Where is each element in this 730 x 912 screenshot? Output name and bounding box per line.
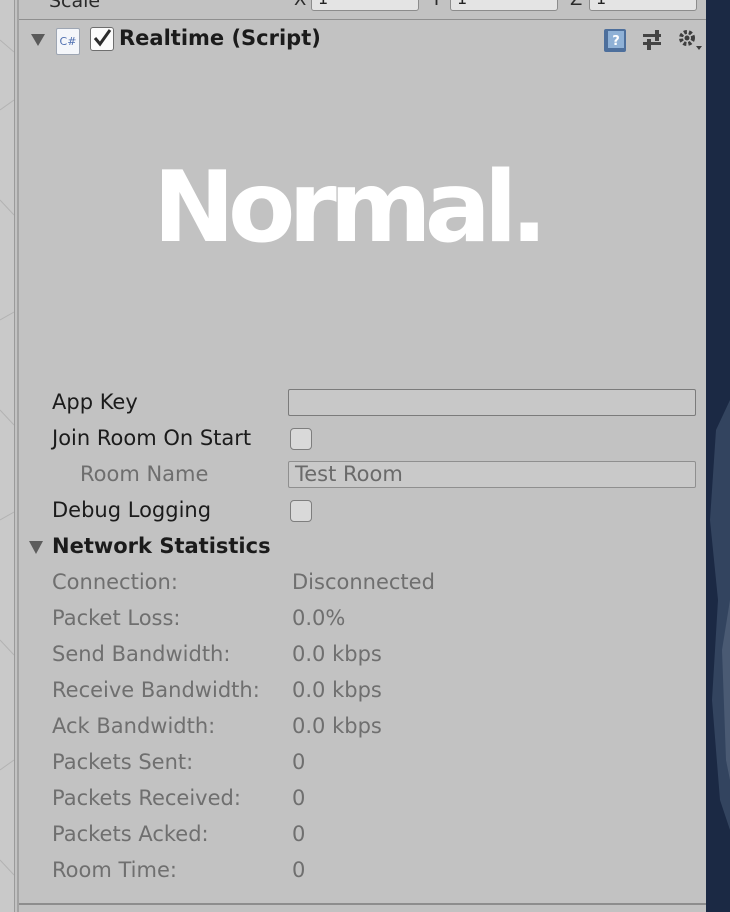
room-name-input[interactable]: Test Room: [288, 461, 696, 488]
stat-label-send-bandwidth: Send Bandwidth:: [52, 642, 231, 666]
scale-y-label: Y: [431, 0, 442, 10]
stat-label-packet-loss: Packet Loss:: [52, 606, 181, 630]
join-room-on-start-label: Join Room On Start: [52, 426, 252, 450]
scale-z-field[interactable]: 1: [589, 0, 697, 11]
scale-x-label: X: [294, 0, 306, 10]
help-book-icon[interactable]: ?: [602, 26, 630, 58]
component-header: C# Realtime (Script) ?: [19, 20, 708, 60]
network-statistics-title[interactable]: Network Statistics: [52, 534, 271, 558]
desktop-background: [706, 0, 730, 912]
settings-gear-icon[interactable]: [676, 26, 704, 58]
debug-logging-checkbox[interactable]: [290, 500, 312, 522]
presets-sliders-icon[interactable]: [640, 26, 666, 58]
stat-label-packets-sent: Packets Sent:: [52, 750, 194, 774]
stat-value-packets-received: 0: [292, 786, 306, 810]
stat-value-receive-bandwidth: 0.0 kbps: [292, 678, 382, 702]
scene-view-edge: [0, 0, 15, 912]
scale-y-field[interactable]: 1: [450, 0, 558, 11]
join-room-on-start-checkbox[interactable]: [290, 428, 312, 450]
svg-text:?: ?: [612, 34, 620, 49]
scale-label: Scale: [49, 0, 101, 12]
component-title: Realtime (Script): [119, 26, 321, 50]
stat-label-packets-acked: Packets Acked:: [52, 822, 209, 846]
stat-value-room-time: 0: [292, 858, 306, 882]
stat-value-packet-loss: 0.0%: [292, 606, 346, 630]
stat-label-connection: Connection:: [52, 570, 178, 594]
component-enabled-checkbox[interactable]: [90, 27, 114, 51]
stat-label-receive-bandwidth: Receive Bandwidth:: [52, 678, 260, 702]
scale-x-field[interactable]: 1: [311, 0, 419, 11]
scale-z-label: Z: [570, 0, 582, 10]
debug-logging-label: Debug Logging: [52, 498, 212, 522]
checkmark-icon: [93, 29, 112, 47]
inspector-panel: Scale X 1 Y 1 Z 1 C# Realtime (Script) ?: [17, 0, 708, 912]
csharp-script-icon: C#: [56, 28, 80, 55]
stat-value-packets-acked: 0: [292, 822, 306, 846]
stat-value-ack-bandwidth: 0.0 kbps: [292, 714, 382, 738]
stat-value-send-bandwidth: 0.0 kbps: [292, 642, 382, 666]
stat-label-room-time: Room Time:: [52, 858, 177, 882]
stat-value-connection: Disconnected: [292, 570, 435, 594]
foldout-arrow-icon[interactable]: [31, 34, 45, 46]
app-key-input[interactable]: [288, 389, 696, 416]
network-statistics-foldout-icon[interactable]: [29, 541, 43, 554]
component-bottom-divider: [19, 903, 708, 905]
stat-label-packets-received: Packets Received:: [52, 786, 241, 810]
stat-value-packets-sent: 0: [292, 750, 306, 774]
normal-logo: Normal.: [153, 151, 548, 265]
app-key-label: App Key: [52, 390, 138, 414]
room-name-label: Room Name: [80, 462, 209, 486]
stat-label-ack-bandwidth: Ack Bandwidth:: [52, 714, 216, 738]
transform-scale-row: Scale X 1 Y 1 Z 1: [19, 0, 708, 20]
